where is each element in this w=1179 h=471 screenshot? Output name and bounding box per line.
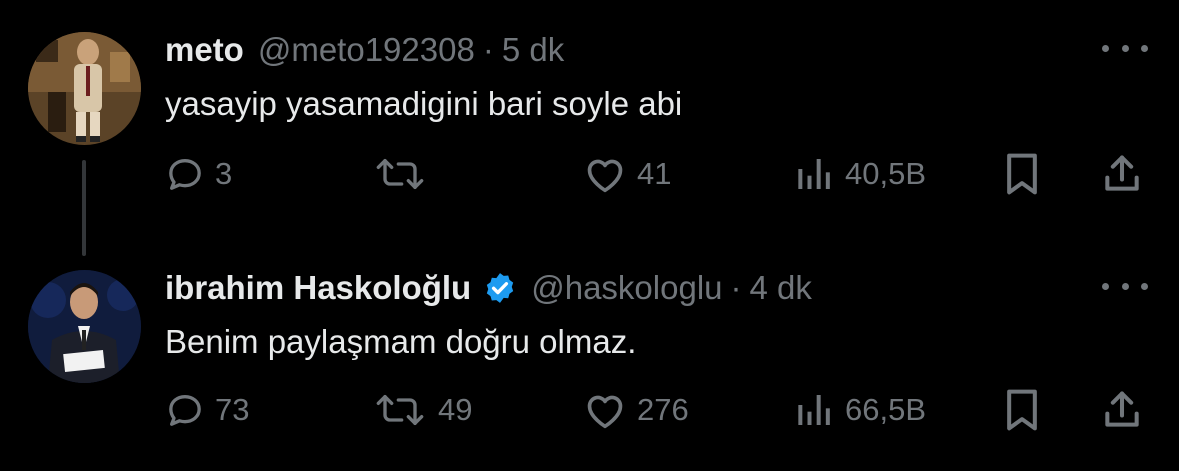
- speech-bubble-icon: [169, 395, 201, 426]
- retweet-count: 49: [438, 392, 473, 427]
- user-handle[interactable]: @haskologlu: [531, 268, 722, 308]
- verified-badge-icon: [487, 273, 514, 303]
- retweet-button[interactable]: [372, 152, 438, 196]
- tweet-text: Benim paylaşmam doğru olmaz.: [165, 323, 637, 360]
- like-button[interactable]: 276: [583, 388, 689, 432]
- like-count: 41: [637, 156, 672, 191]
- heart-icon: [587, 159, 623, 193]
- bar-chart-icon: [798, 395, 830, 425]
- views-count: 40,5B: [845, 156, 927, 191]
- bar-chart-icon: [798, 159, 830, 189]
- avatar[interactable]: [28, 32, 141, 145]
- bookmark-button[interactable]: [1002, 152, 1042, 196]
- views-count: 66,5B: [845, 392, 927, 427]
- views-button[interactable]: 40,5B: [795, 152, 926, 196]
- reply-thread: meto @meto192308 · 5 dk yasayip yasamadi…: [0, 0, 1179, 471]
- timestamp[interactable]: 5 dk: [502, 30, 564, 70]
- display-name[interactable]: meto: [165, 30, 244, 70]
- speech-bubble-icon: [169, 159, 201, 190]
- reply-count: 3: [215, 156, 233, 191]
- tweet-text: yasayip yasamadigini bari soyle abi: [165, 85, 683, 122]
- bookmark-icon: [1007, 153, 1037, 195]
- more-dots-icon[interactable]: [1102, 276, 1148, 296]
- share-button[interactable]: [1100, 152, 1144, 196]
- heart-icon: [587, 395, 623, 429]
- share-upload-icon: [1105, 391, 1139, 427]
- reply-button[interactable]: 73: [165, 388, 249, 432]
- like-count: 276: [637, 392, 689, 427]
- reply-count: 73: [215, 392, 250, 427]
- like-button[interactable]: 41: [583, 152, 671, 196]
- tweet-header: meto @meto192308 · 5 dk: [165, 30, 564, 70]
- separator-dot: ·: [482, 31, 494, 68]
- retweet-button[interactable]: 49: [372, 388, 472, 432]
- tweet-header: ibrahim Haskoloğlu @haskologlu · 4 dk: [165, 268, 812, 308]
- retweet-icon: [376, 159, 424, 189]
- bookmark-button[interactable]: [1002, 388, 1042, 432]
- bookmark-icon: [1007, 389, 1037, 431]
- share-button[interactable]: [1100, 388, 1144, 432]
- share-upload-icon: [1105, 155, 1139, 191]
- display-name[interactable]: ibrahim Haskoloğlu: [165, 268, 471, 308]
- timestamp[interactable]: 4 dk: [750, 268, 812, 308]
- reply-button[interactable]: 3: [165, 152, 232, 196]
- views-button[interactable]: 66,5B: [795, 388, 926, 432]
- avatar[interactable]: [28, 270, 141, 383]
- more-dots-icon[interactable]: [1102, 38, 1148, 58]
- separator-dot: ·: [730, 269, 742, 306]
- retweet-icon: [376, 395, 424, 425]
- thread-connector-line: [82, 160, 86, 256]
- user-handle[interactable]: @meto192308: [258, 30, 475, 70]
